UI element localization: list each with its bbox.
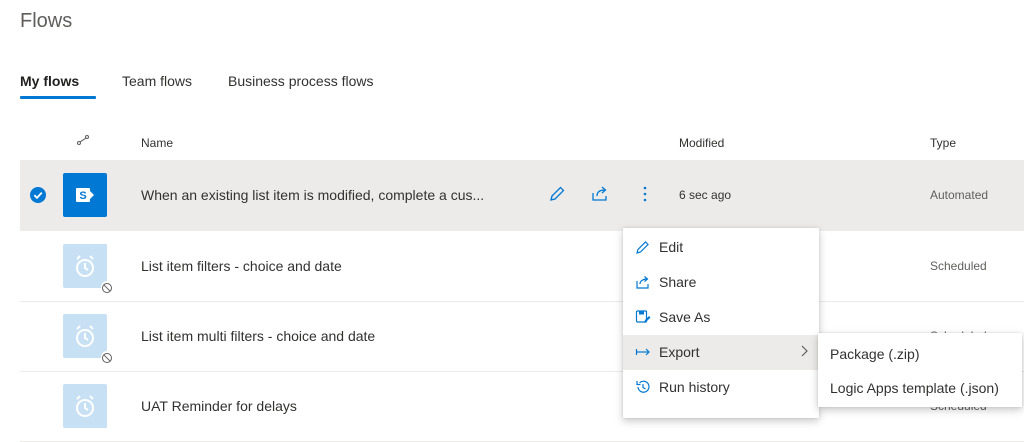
menu-item-label: Save As [659, 309, 711, 325]
tab-team-flows[interactable]: Team flows [122, 73, 192, 89]
menu-item-label: Edit [659, 239, 684, 255]
export-submenu: Package (.zip) Logic Apps template (.jso… [818, 333, 1022, 407]
save-as-icon [635, 309, 651, 325]
svg-text:S: S [79, 190, 86, 202]
tab-my-flows[interactable]: My flows [20, 73, 79, 89]
menu-item-run-history[interactable]: Run history [623, 370, 819, 405]
table-row[interactable]: S When an existing list item is modified… [20, 160, 1024, 231]
history-icon [635, 379, 651, 395]
page-title: Flows [20, 10, 73, 32]
menu-item-package-zip[interactable]: Package (.zip) [818, 336, 1022, 370]
sharepoint-icon: S [63, 173, 107, 217]
menu-item-logic-apps-template[interactable]: Logic Apps template (.json) [818, 370, 1022, 404]
column-header-type[interactable]: Type [930, 136, 956, 150]
column-header-modified[interactable]: Modified [679, 136, 724, 150]
menu-item-label: Share [659, 274, 697, 290]
flow-type: Scheduled [930, 259, 987, 273]
context-menu: Edit Share Save As Export Run history [623, 228, 819, 418]
table-row[interactable]: List item filters - choice and date Sche… [20, 231, 1024, 302]
row-checkmark-icon[interactable] [30, 187, 46, 203]
column-header-name[interactable]: Name [141, 136, 173, 150]
export-arrow-icon [635, 344, 651, 360]
menu-item-share[interactable]: Share [623, 265, 819, 300]
flow-name[interactable]: List item filters - choice and date [141, 258, 342, 274]
menu-item-export[interactable]: Export [623, 335, 819, 370]
disabled-icon [101, 351, 113, 363]
more-vertical-icon[interactable] [635, 184, 655, 204]
share-icon [635, 274, 651, 290]
menu-item-label: Export [659, 344, 700, 360]
menu-item-label: Package (.zip) [830, 346, 920, 362]
flow-type: Automated [930, 188, 989, 202]
alarm-clock-icon [63, 384, 107, 428]
flow-type-icon[interactable] [76, 134, 90, 149]
menu-item-save-as[interactable]: Save As [623, 300, 819, 335]
pencil-icon[interactable] [547, 184, 567, 204]
flow-name[interactable]: When an existing list item is modified, … [141, 187, 484, 203]
menu-item-edit[interactable]: Edit [623, 230, 819, 265]
modified-time: 6 sec ago [679, 188, 732, 202]
pencil-icon [635, 239, 651, 255]
table-header: Name Modified Type [0, 124, 1024, 158]
chevron-right-icon [799, 343, 809, 359]
flow-name[interactable]: List item multi filters - choice and dat… [141, 328, 375, 344]
active-tab-indicator [20, 96, 96, 99]
menu-item-label: Run history [659, 379, 730, 395]
tab-business-process-flows[interactable]: Business process flows [228, 73, 374, 89]
disabled-icon [101, 281, 113, 293]
menu-item-label: Logic Apps template (.json) [830, 380, 999, 396]
share-icon[interactable] [590, 184, 610, 204]
